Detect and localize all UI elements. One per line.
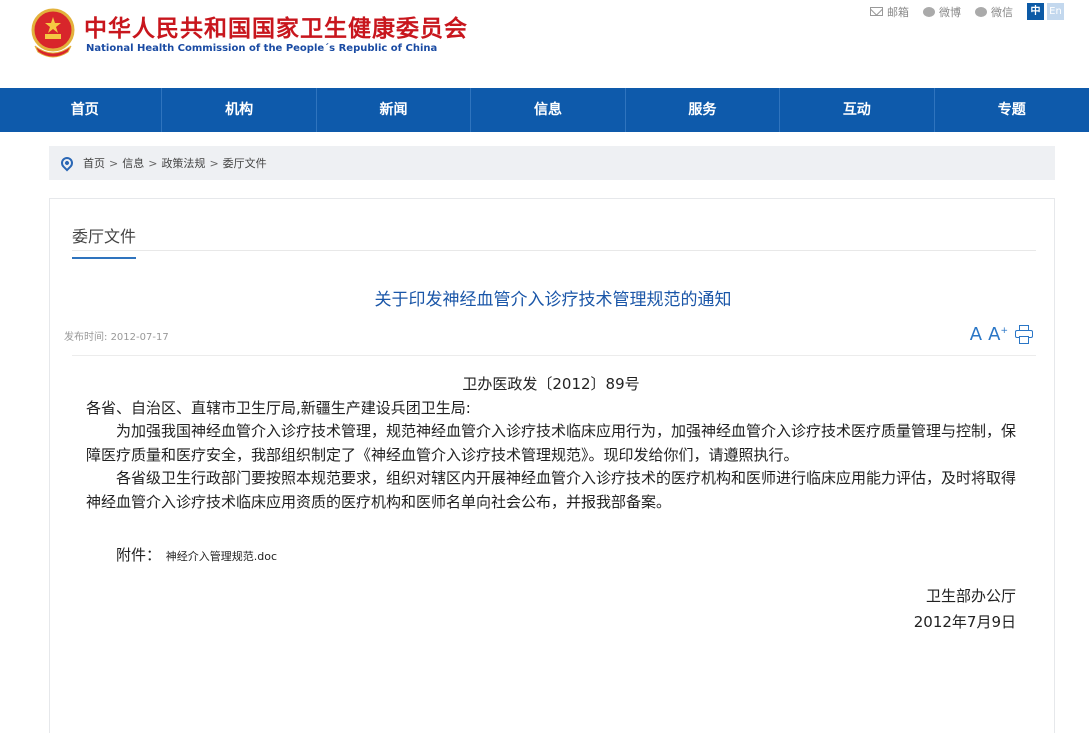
location-pin-icon [58,154,76,172]
meta-divider [72,355,1036,356]
document-number: 卫办医政发〔2012〕89号 [462,375,640,393]
paragraph: 各省级卫生行政部门要按照本规范要求，组织对辖区内开展神经血管介入诊疗技术的医疗机… [86,469,1017,511]
lang-zh-button[interactable]: 中 [1027,3,1044,20]
font-larger-button[interactable]: A+ [988,321,1008,345]
attachment: 附件： 神经介入管理规范.doc [86,544,1016,569]
nav-item-interaction[interactable]: 互动 [780,88,935,132]
article-title: 关于印发神经血管介入诊疗技术管理规范的通知 [374,290,732,310]
weibo-icon [923,6,935,17]
attachment-label: 附件： [116,546,162,564]
nav-item-topics[interactable]: 专题 [935,88,1089,132]
nav-item-home[interactable]: 首页 [8,88,163,132]
top-links: 邮箱 微博 微信 中 En [870,3,1064,20]
weibo-link[interactable]: 微博 [923,4,961,20]
wechat-link[interactable]: 微信 [975,4,1013,20]
addressee: 各省、自治区、直辖市卫生厅局,新疆生产建设兵团卫生局: [86,398,471,417]
wechat-label: 微信 [991,5,1013,19]
publish-label: 发布时间: [64,332,108,343]
breadcrumb-home[interactable]: 首页 [83,155,105,171]
breadcrumb-documents[interactable]: 委厅文件 [223,155,267,171]
font-larger-plus: + [1000,326,1008,336]
site-name-cn[interactable]: 中华人民共和国国家卫生健康委员会 [84,9,468,43]
mail-label: 邮箱 [887,5,909,19]
nav-item-information[interactable]: 信息 [471,88,626,132]
section-divider [72,250,1036,251]
signature-block: 卫生部办公厅 2012年7月9日 [86,583,1016,635]
signer: 卫生部办公厅 [925,586,1016,605]
breadcrumb-separator: > [148,156,158,170]
article-body: 卫办医政发〔2012〕89号 各省、自治区、直辖市卫生厅局,新疆生产建设兵团卫生… [86,373,1016,635]
breadcrumb-separator: > [109,156,119,170]
publish-date: 2012-07-17 [110,332,169,343]
breadcrumb-information[interactable]: 信息 [122,155,144,171]
mail-link[interactable]: 邮箱 [870,4,909,20]
main-nav: 首页 机构 新闻 信息 服务 互动 专题 [0,88,1089,132]
lang-en-button[interactable]: En [1047,3,1064,20]
nav-item-news[interactable]: 新闻 [317,88,472,132]
paragraph: 为加强我国神经血管介入诊疗技术管理，规范神经血管介入诊疗技术临床应用行为，加强神… [86,422,1017,464]
breadcrumb-separator: > [209,156,219,170]
mail-icon [870,7,883,16]
site-header: 中华人民共和国国家卫生健康委员会 National Health Commiss… [0,0,1089,88]
weibo-label: 微博 [939,5,961,19]
nav-item-services[interactable]: 服务 [626,88,781,132]
language-switch: 中 En [1027,3,1064,20]
publish-info: 发布时间: 2012-07-17 [64,328,169,343]
article-container: 委厅文件 关于印发神经血管介入诊疗技术管理规范的通知 发布时间: 2012-07… [49,198,1055,733]
sign-date: 2012年7月9日 [913,612,1016,631]
attachment-link[interactable]: 神经介入管理规范.doc [166,550,277,563]
wechat-icon [975,6,987,17]
font-larger-label: A [988,324,1001,345]
font-smaller-button[interactable]: A [970,325,982,345]
nav-item-organization[interactable]: 机构 [162,88,317,132]
print-icon[interactable] [1014,325,1034,345]
breadcrumb-policy[interactable]: 政策法规 [161,155,205,171]
site-name-en: National Health Commission of the People… [86,43,438,54]
font-smaller-label: A [969,324,983,345]
breadcrumb: 首页 > 信息 > 政策法规 > 委厅文件 [49,146,1055,180]
section-title: 委厅文件 [72,223,137,259]
article-tools: A A+ [970,321,1034,345]
national-emblem-icon[interactable] [30,8,76,58]
